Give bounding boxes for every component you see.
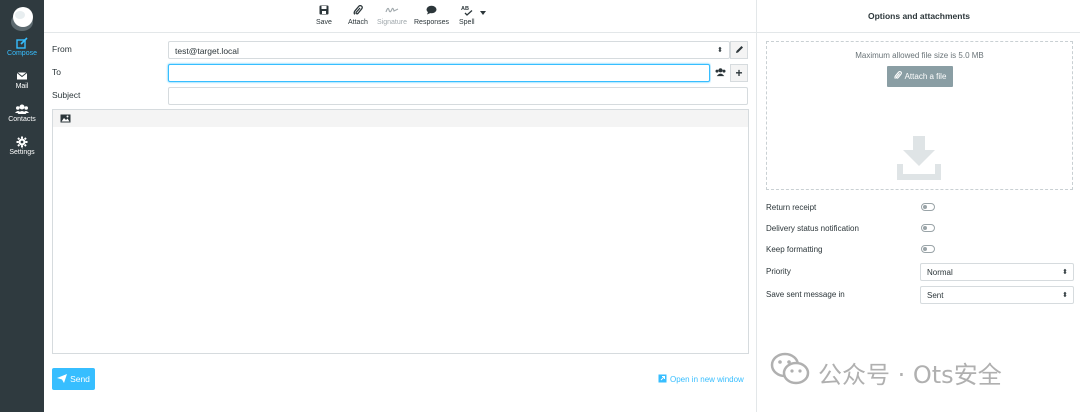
max-file-size-hint: Maximum allowed file size is 5.0 MB: [855, 51, 984, 60]
priority-select[interactable]: Normal ⬍: [920, 263, 1074, 281]
nav-compose[interactable]: Compose: [0, 37, 44, 57]
spell-dropdown-caret[interactable]: [480, 11, 486, 15]
spell-label: Spell: [459, 19, 475, 26]
options-panel-title: Options and attachments: [757, 0, 1080, 33]
save-button[interactable]: Save: [316, 5, 332, 26]
open-in-new-window-label: Open in new window: [670, 375, 744, 384]
open-in-new-window-link[interactable]: Open in new window: [658, 374, 744, 385]
attach-file-button[interactable]: Attach a file: [887, 66, 953, 87]
compose-toolbar: Save Attach Signature Responses AB Spell: [44, 0, 756, 33]
contacts-icon: [714, 67, 727, 79]
wechat-icon: [770, 352, 810, 392]
to-label: To: [52, 67, 61, 77]
image-icon[interactable]: [60, 114, 71, 125]
plus-icon: +: [735, 66, 743, 80]
save-icon: [316, 5, 332, 17]
download-icon: [895, 136, 943, 184]
spellcheck-icon: AB: [459, 5, 475, 17]
save-label: Save: [316, 19, 332, 26]
paper-plane-icon: [57, 373, 68, 385]
svg-text:AB: AB: [461, 6, 469, 12]
left-nav: Compose Mail Contacts Settings: [0, 0, 44, 412]
signature-button[interactable]: Signature: [377, 5, 407, 26]
keep-formatting-label: Keep formatting: [766, 245, 823, 254]
watermark: 公众号 · Ots安全: [770, 352, 1002, 392]
select-arrows-icon: ⬍: [1062, 292, 1068, 299]
add-header-button[interactable]: +: [730, 64, 748, 82]
nav-settings[interactable]: Settings: [0, 136, 44, 156]
mail-icon: [0, 70, 44, 82]
gear-icon: [0, 136, 44, 148]
save-sent-value: Sent: [927, 291, 944, 300]
priority-value: Normal: [927, 268, 953, 277]
nav-settings-label: Settings: [9, 149, 35, 156]
responses-label: Responses: [414, 19, 450, 26]
return-receipt-toggle[interactable]: [921, 203, 935, 211]
from-value: test@target.local: [175, 46, 239, 56]
select-arrows-icon: ⬍: [717, 47, 723, 54]
nav-mail-label: Mail: [15, 83, 29, 90]
save-sent-label: Save sent message in: [766, 290, 845, 299]
signature-label: Signature: [377, 19, 407, 26]
return-receipt-label: Return receipt: [766, 203, 817, 212]
from-select[interactable]: test@target.local ⬍: [168, 41, 730, 59]
subject-input[interactable]: [168, 87, 748, 105]
signature-icon: [377, 5, 407, 17]
editor-toolbar: [52, 109, 749, 128]
watermark-text: 公众号 · Ots安全: [818, 360, 1002, 389]
comment-icon: [414, 5, 449, 17]
delivery-status-toggle[interactable]: [921, 224, 935, 232]
spell-button[interactable]: AB Spell: [459, 5, 475, 26]
nav-compose-label: Compose: [7, 50, 37, 57]
add-contact-button[interactable]: [711, 64, 729, 82]
options-panel: Options and attachments Maximum allowed …: [756, 0, 1080, 412]
from-label: From: [52, 44, 72, 54]
compose-icon: [0, 37, 44, 49]
keep-formatting-toggle[interactable]: [921, 245, 935, 253]
nav-contacts-label: Contacts: [8, 116, 36, 123]
message-body-editor[interactable]: [52, 127, 749, 354]
save-sent-select[interactable]: Sent ⬍: [920, 286, 1074, 304]
paperclip-icon: [348, 4, 368, 17]
delivery-status-label: Delivery status notification: [766, 224, 859, 233]
attach-button[interactable]: Attach: [348, 4, 368, 26]
pencil-icon: [735, 45, 744, 56]
contacts-icon: [0, 103, 44, 115]
external-window-icon: [658, 374, 667, 385]
responses-button[interactable]: Responses: [414, 5, 449, 26]
to-input[interactable]: [168, 64, 710, 82]
attachment-dropzone[interactable]: Maximum allowed file size is 5.0 MB Atta…: [766, 41, 1073, 190]
select-arrows-icon: ⬍: [1062, 269, 1068, 276]
send-button[interactable]: Send: [52, 368, 95, 390]
edit-identity-button[interactable]: [730, 41, 748, 59]
nav-mail[interactable]: Mail: [0, 70, 44, 90]
paperclip-icon: [893, 71, 902, 82]
app-logo[interactable]: [7, 4, 37, 34]
nav-contacts[interactable]: Contacts: [0, 103, 44, 123]
send-label: Send: [70, 374, 90, 384]
priority-label: Priority: [766, 267, 791, 276]
subject-label: Subject: [52, 90, 81, 100]
attach-file-label: Attach a file: [904, 72, 947, 81]
attach-label: Attach: [348, 19, 368, 26]
